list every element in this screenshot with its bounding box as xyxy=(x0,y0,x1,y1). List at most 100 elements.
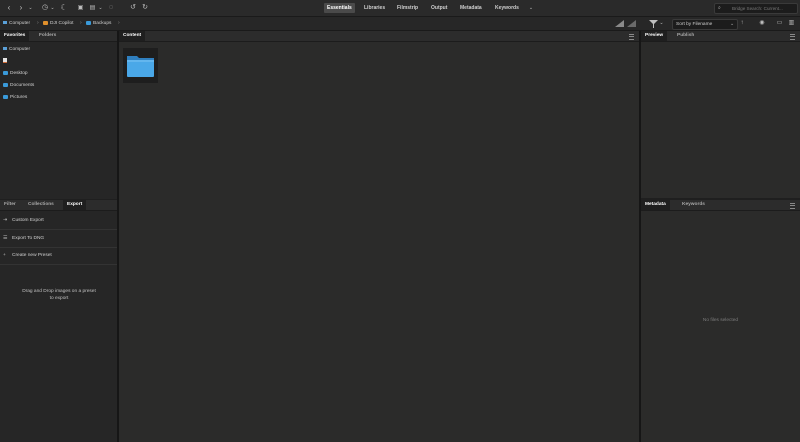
recent-icon[interactable]: ◷ xyxy=(40,3,50,13)
thumbnail-tile[interactable] xyxy=(123,48,158,83)
divider xyxy=(0,229,117,230)
open-in-camera-raw-icon[interactable]: ◌ xyxy=(107,3,115,13)
favorite-item-computer[interactable]: Computer xyxy=(3,46,30,54)
path-bar: Computer › DJI Copilot › Backups › ⌄ Sor… xyxy=(0,17,800,31)
breadcrumb-label: Backups xyxy=(93,21,112,26)
chevron-down-icon[interactable]: ⌄ xyxy=(659,18,664,28)
rotate-right-icon[interactable]: ↻ xyxy=(141,3,149,13)
panel-header: Content xyxy=(119,31,639,42)
export-icon: ⇥ xyxy=(3,218,8,223)
tab-keywords[interactable]: Keywords xyxy=(678,200,709,210)
search-icon: ⌕ xyxy=(718,5,721,11)
folder-icon xyxy=(43,20,48,25)
breadcrumb-dji-copilot[interactable]: DJI Copilot xyxy=(43,19,73,28)
tab-metadata[interactable]: Metadata xyxy=(641,200,670,210)
search-placeholder: Bridge Search: Current... xyxy=(732,6,783,11)
home-icon xyxy=(3,58,7,64)
tab-export[interactable]: Export xyxy=(63,200,87,210)
preview-panel: Preview Publish xyxy=(641,31,800,198)
forward-icon[interactable]: › xyxy=(17,3,25,13)
tab-filter[interactable]: Filter xyxy=(0,200,20,210)
folder-icon xyxy=(3,82,8,87)
back-icon[interactable]: ‹ xyxy=(5,3,13,13)
camera-download-icon[interactable]: ▣ xyxy=(76,3,85,13)
refine-icon[interactable]: ▤ xyxy=(88,3,97,13)
export-item-custom-export[interactable]: ⇥ Custom Export xyxy=(3,216,44,226)
create-new-preset-button[interactable]: + Create new Preset xyxy=(3,251,52,261)
chevron-down-icon[interactable]: ⌄ xyxy=(98,3,103,13)
favorites-panel: Favorites Folders Computer Desktop Docum… xyxy=(0,31,117,199)
create-preset-label: Create new Preset xyxy=(12,253,52,258)
favorite-item-home[interactable] xyxy=(3,58,7,66)
breadcrumb-label: Computer xyxy=(9,21,31,26)
metadata-panel: Metadata Keywords No files selected xyxy=(641,200,800,442)
export-hint: Drag and Drop images on a preset to expo… xyxy=(22,289,96,301)
chevron-down-icon[interactable]: ⌄ xyxy=(50,3,55,13)
breadcrumb-label: DJI Copilot xyxy=(50,21,74,26)
chevron-down-icon: ⌄ xyxy=(729,22,734,27)
sort-dropdown[interactable]: Sort by Filename ⌄ xyxy=(672,19,738,30)
panel-menu-icon[interactable] xyxy=(629,34,634,40)
workspace-tab-metadata[interactable]: Metadata xyxy=(457,3,485,13)
divider xyxy=(0,247,117,248)
favorite-item-desktop[interactable]: Desktop xyxy=(3,70,28,78)
favorite-label: Pictures xyxy=(10,95,28,100)
tab-favorites[interactable]: Favorites xyxy=(0,31,30,41)
plus-icon: + xyxy=(3,253,6,258)
folder-icon xyxy=(3,70,8,75)
sort-label: Sort by Filename xyxy=(676,22,713,27)
sort-direction-icon[interactable]: ↑ xyxy=(739,18,745,28)
content-panel: Content xyxy=(119,31,639,442)
panel-header: Preview Publish xyxy=(641,31,800,42)
workspace-tab-essentials[interactable]: Essentials xyxy=(324,3,355,13)
search-field[interactable]: ⌕ Bridge Search: Current... xyxy=(714,3,798,14)
tab-publish[interactable]: Publish xyxy=(673,31,698,41)
chevron-right-icon: › xyxy=(80,20,82,26)
panel-header: Filter Collections Export xyxy=(0,200,117,211)
tab-preview[interactable]: Preview xyxy=(641,31,668,41)
new-folder-icon[interactable]: ▭ xyxy=(776,18,783,28)
folder-icon xyxy=(127,56,154,77)
chevron-down-icon[interactable]: ⌄ xyxy=(28,3,33,13)
favorite-label: Documents xyxy=(10,83,35,88)
workspace-tab-output[interactable]: Output xyxy=(428,3,450,13)
favorite-item-documents[interactable]: Documents xyxy=(3,82,34,90)
list-icon: ☰ xyxy=(3,236,8,241)
empty-state-message: No files selected xyxy=(702,318,739,323)
folder-icon xyxy=(3,94,8,99)
export-panel: Filter Collections Export ⇥ Custom Export… xyxy=(0,200,117,442)
thumbnail-quality-icon[interactable] xyxy=(615,20,624,27)
star-filter-icon[interactable] xyxy=(627,20,636,27)
tab-collections[interactable]: Collections xyxy=(24,200,58,210)
app-toolbar: ‹ › ⌄ ◷ ⌄ ☾ ▣ ▤ ⌄ ◌ ↺ ↻ Essentials Libra… xyxy=(0,0,800,17)
folder-icon xyxy=(86,20,91,25)
export-item-label: Custom Export xyxy=(12,218,44,223)
chevron-right-icon: › xyxy=(37,20,39,26)
export-item-label: Export To DNG xyxy=(12,236,45,241)
breadcrumb-computer[interactable]: Computer xyxy=(3,19,30,28)
workspace-tab-libraries[interactable]: Libraries xyxy=(361,3,388,13)
chevron-right-icon: › xyxy=(118,20,120,26)
panel-header: Metadata Keywords xyxy=(641,200,800,211)
rotate-left-icon[interactable]: ↺ xyxy=(129,3,137,13)
boomerang-icon[interactable]: ☾ xyxy=(60,3,68,13)
panel-header: Favorites Folders xyxy=(0,31,117,42)
export-item-export-to-dng[interactable]: ☰ Export To DNG xyxy=(3,234,44,244)
divider xyxy=(0,264,117,265)
favorite-label: Desktop xyxy=(10,71,28,76)
filter-items-icon[interactable] xyxy=(649,20,658,28)
open-recent-file-icon[interactable]: ◉ xyxy=(757,18,767,28)
panel-menu-icon[interactable] xyxy=(790,203,795,209)
computer-icon xyxy=(3,21,7,25)
computer-icon xyxy=(3,47,7,51)
workspace-more-icon[interactable]: ⌄ xyxy=(528,3,534,13)
workspace-tab-keywords[interactable]: Keywords xyxy=(492,3,522,13)
panel-menu-icon[interactable] xyxy=(790,34,795,40)
favorite-item-pictures[interactable]: Pictures xyxy=(3,94,27,102)
tab-content[interactable]: Content xyxy=(119,31,146,41)
favorite-label: Computer xyxy=(9,47,31,52)
workspace-tab-filmstrip[interactable]: Filmstrip xyxy=(394,3,421,13)
delete-icon[interactable]: ▥ xyxy=(788,18,795,28)
breadcrumb-backups[interactable]: Backups xyxy=(86,19,111,28)
tab-folders[interactable]: Folders xyxy=(35,31,60,41)
